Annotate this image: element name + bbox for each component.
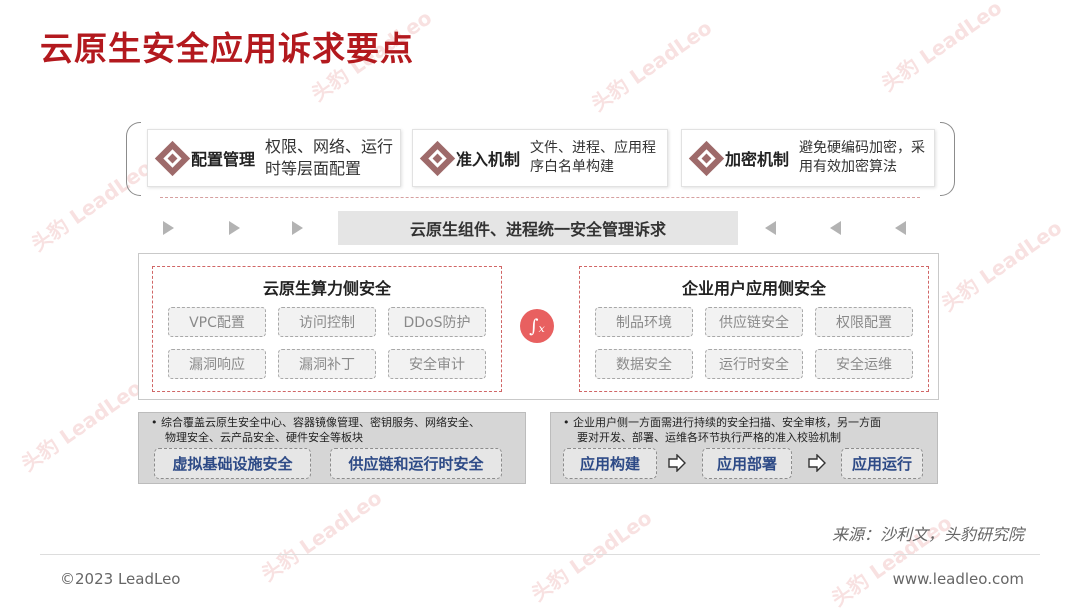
watermark-logo: 头豹 LeadLeo <box>936 215 1067 317</box>
left-brace <box>126 122 141 196</box>
panel-line: • 企业用户侧一方面需进行持续的安全扫描、安全审核，另一方面 <box>563 416 881 429</box>
card-config-management: 配置管理 权限、网络、运行时等层面配置 <box>147 129 401 187</box>
arrow-right-icon <box>292 221 303 235</box>
watermark-logo: 头豹 LeadLeo <box>586 15 717 117</box>
source-note: 来源：沙利文，头豹研究院 <box>831 525 1024 544</box>
section-title: 企业用户应用侧安全 <box>681 279 826 298</box>
arrow-right-icon <box>808 454 826 472</box>
app-security-section: 企业用户应用侧安全 制品环境 供应链安全 权限配置 数据安全 运行时安全 安全运… <box>579 266 929 392</box>
pill: 应用构建 <box>563 448 657 479</box>
diamond-icon <box>419 140 456 176</box>
card-title: 配置管理 <box>191 150 256 169</box>
pill: 供应链和运行时安全 <box>330 448 502 479</box>
card-title: 加密机制 <box>725 150 790 169</box>
panel-text: • 企业用户侧一方面需进行持续的安全扫描、安全审核，另一方面 要对开发、部署、运… <box>563 415 881 445</box>
panel-line: • 综合覆盖云原生安全中心、容器镜像管理、密钥服务、网络安全、 <box>151 416 480 429</box>
arrow-right-icon <box>668 454 686 472</box>
tag: 漏洞补丁 <box>278 349 376 379</box>
website-link[interactable]: www.leadleo.com <box>893 570 1024 588</box>
page-title: 云原生安全应用诉求要点 <box>40 29 414 68</box>
tag: 运行时安全 <box>705 349 803 379</box>
panel-text: • 综合覆盖云原生安全中心、容器镜像管理、密钥服务、网络安全、 物理安全、云产品… <box>151 415 480 445</box>
diamond-icon <box>154 140 191 176</box>
diamond-icon <box>688 140 725 176</box>
card-encryption-mechanism: 加密机制 避免硬编码加密，采用有效加密算法 <box>681 129 935 187</box>
card-desc: 权限、网络、运行时等层面配置 <box>265 137 394 178</box>
pill: 应用部署 <box>702 448 792 479</box>
arrow-left-icon <box>765 221 776 235</box>
card-title: 准入机制 <box>456 150 521 169</box>
panel-line: 要对开发、部署、运维各环节执行严格的准入校验机制 <box>577 431 841 444</box>
arrow-left-icon <box>895 221 906 235</box>
footer-divider <box>40 554 1040 555</box>
tag: 漏洞响应 <box>168 349 266 379</box>
section-title: 云原生算力侧安全 <box>262 279 391 298</box>
function-icon: ∫ₓ <box>520 309 554 343</box>
arrow-right-icon <box>229 221 240 235</box>
tag: 安全运维 <box>815 349 913 379</box>
right-summary-panel: • 企业用户侧一方面需进行持续的安全扫描、安全审核，另一方面 要对开发、部署、运… <box>550 412 938 484</box>
divider <box>160 197 920 198</box>
tag: 供应链安全 <box>705 307 803 337</box>
compute-security-section: 云原生算力侧安全 VPC配置 访问控制 DDoS防护 漏洞响应 漏洞补丁 安全审… <box>152 266 502 392</box>
tag: DDoS防护 <box>388 307 486 337</box>
right-brace <box>940 122 955 196</box>
card-desc: 避免硬编码加密，采用有效加密算法 <box>799 140 926 175</box>
left-summary-panel: • 综合覆盖云原生安全中心、容器镜像管理、密钥服务、网络安全、 物理安全、云产品… <box>138 412 526 484</box>
tag: VPC配置 <box>168 307 266 337</box>
tag: 安全审计 <box>388 349 486 379</box>
copyright: ©2023 LeadLeo <box>60 570 181 588</box>
pill: 应用运行 <box>841 448 923 479</box>
tag: 访问控制 <box>278 307 376 337</box>
tag: 权限配置 <box>815 307 913 337</box>
watermark-logo: 头豹 LeadLeo <box>256 485 387 587</box>
panel-line: 物理安全、云产品安全、硬件安全等板块 <box>165 431 363 444</box>
watermark-logo: 头豹 LeadLeo <box>876 0 1007 97</box>
arrow-right-icon <box>163 221 174 235</box>
card-admission-mechanism: 准入机制 文件、进程、应用程序白名单构建 <box>412 129 668 187</box>
tag: 数据安全 <box>595 349 693 379</box>
arrow-left-icon <box>830 221 841 235</box>
watermark-logo: 头豹 LeadLeo <box>16 375 147 477</box>
banner: 云原生组件、进程统一安全管理诉求 <box>338 211 738 245</box>
pill: 虚拟基础设施安全 <box>154 448 311 479</box>
card-desc: 文件、进程、应用程序白名单构建 <box>530 140 657 175</box>
tag: 制品环境 <box>595 307 693 337</box>
